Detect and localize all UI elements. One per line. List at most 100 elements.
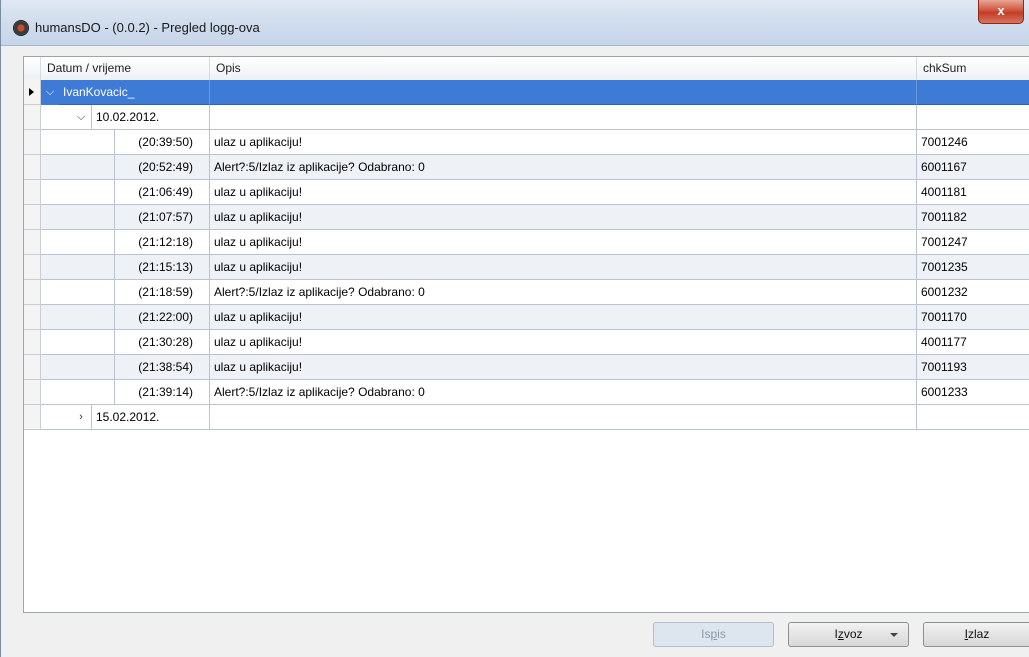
tree-indent: [41, 230, 114, 255]
description-cell: ulaz u aplikaciju!: [210, 305, 917, 330]
checksum-cell: 4001181: [917, 180, 1029, 205]
checksum-cell: 4001177: [917, 330, 1029, 355]
izvoz-button[interactable]: Izvoz: [788, 622, 909, 647]
tree-row-entry[interactable]: (21:06:49) ulaz u aplikaciju! 4001181: [24, 180, 1029, 205]
tree-indent: [41, 130, 114, 155]
tree-row-entry[interactable]: (20:52:49) Alert?:5/Izlaz iz aplikacije? …: [24, 155, 1029, 180]
description-cell: [210, 405, 917, 430]
description-cell: ulaz u aplikaciju!: [210, 130, 917, 155]
tree-indent: [41, 155, 114, 180]
description-cell: [210, 80, 917, 105]
checksum-cell: 6001232: [917, 280, 1029, 305]
time-cell: (21:30:28): [114, 330, 210, 355]
description-cell: Alert?:5/Izlaz iz aplikacije? Odabrano: …: [210, 280, 917, 305]
description-cell: ulaz u aplikaciju!: [210, 355, 917, 380]
description-cell: ulaz u aplikaciju!: [210, 255, 917, 280]
chevron-down-icon[interactable]: ⌵: [73, 105, 89, 130]
close-icon: x: [997, 3, 1005, 18]
dropdown-arrow-icon[interactable]: [890, 633, 898, 637]
description-cell: ulaz u aplikaciju!: [210, 230, 917, 255]
checksum-cell: 6001167: [917, 155, 1029, 180]
log-tree-grid[interactable]: Datum / vrijeme Opis chkSum ⌵ IvanKovacic…: [23, 56, 1029, 613]
checksum-cell: [917, 405, 1029, 430]
tree-row-entry[interactable]: (21:39:14) Alert?:5/Izlaz iz aplikacije? …: [24, 380, 1029, 405]
time-cell: (21:15:13): [114, 255, 210, 280]
checksum-cell: 7001170: [917, 305, 1029, 330]
column-header-datum[interactable]: Datum / vrijeme: [41, 57, 210, 80]
time-cell: (21:38:54): [114, 355, 210, 380]
checksum-cell: 6001233: [917, 380, 1029, 405]
checksum-cell: 7001235: [917, 255, 1029, 280]
row-header-cell[interactable]: [24, 80, 41, 105]
row-header-cell[interactable]: [24, 180, 41, 205]
row-header-cell[interactable]: [24, 330, 41, 355]
tree-row-entry[interactable]: (21:38:54) ulaz u aplikaciju! 7001193: [24, 355, 1029, 380]
grid-header: Datum / vrijeme Opis chkSum: [24, 57, 1029, 81]
tree-indent: [41, 305, 114, 330]
checksum-cell: 7001247: [917, 230, 1029, 255]
tree-indent: [41, 255, 114, 280]
column-header-chksum[interactable]: chkSum: [917, 57, 1029, 80]
row-header-cell[interactable]: [24, 230, 41, 255]
window-title: humansDO - (0.0.2) - Pregled logg-ova: [35, 20, 260, 35]
log-viewer-window: humansDO - (0.0.2) - Pregled logg-ova x …: [0, 0, 1029, 657]
time-cell: (21:22:00): [114, 305, 210, 330]
description-cell: ulaz u aplikaciju!: [210, 180, 917, 205]
row-header-cell[interactable]: [24, 405, 41, 430]
tree-row-date-collapsed[interactable]: › 15.02.2012.: [24, 405, 1029, 430]
izlaz-button[interactable]: Izlaz: [923, 622, 1029, 647]
description-cell: ulaz u aplikaciju!: [210, 205, 917, 230]
tree-indent: [41, 380, 114, 405]
tree-row-user[interactable]: ⌵ IvanKovacic_: [24, 80, 1029, 105]
tree-row-entry[interactable]: (21:15:13) ulaz u aplikaciju! 7001235: [24, 255, 1029, 280]
tree-indent: [41, 205, 114, 230]
time-cell: (21:06:49): [114, 180, 210, 205]
tree-row-date[interactable]: ⌵ 10.02.2012.: [24, 105, 1029, 130]
time-cell: (21:18:59): [114, 280, 210, 305]
row-header-cell[interactable]: [24, 355, 41, 380]
tree-row-entry[interactable]: (21:12:18) ulaz u aplikaciju! 7001247: [24, 230, 1029, 255]
time-cell: (20:39:50): [114, 130, 210, 155]
row-header-cell[interactable]: [24, 155, 41, 180]
row-header-cell[interactable]: [24, 305, 41, 330]
tree-row-entry[interactable]: (21:22:00) ulaz u aplikaciju! 7001170: [24, 305, 1029, 330]
description-cell: [210, 105, 917, 130]
tree-indent: [41, 355, 114, 380]
ispis-button[interactable]: Ispis: [653, 622, 774, 647]
tree-row-entry[interactable]: (21:18:59) Alert?:5/Izlaz iz aplikacije? …: [24, 280, 1029, 305]
tree-indent: [41, 180, 114, 205]
time-cell: (21:07:57): [114, 205, 210, 230]
app-logo-icon: [14, 21, 28, 35]
current-row-indicator-icon: [29, 88, 34, 96]
chevron-down-icon[interactable]: ⌵: [42, 80, 58, 105]
time-cell: (20:52:49): [114, 155, 210, 180]
date-cell: 15.02.2012.: [91, 405, 210, 430]
chevron-right-icon[interactable]: ›: [73, 405, 89, 430]
row-header-cell[interactable]: [24, 280, 41, 305]
tree-indent: [41, 280, 114, 305]
checksum-cell: 7001182: [917, 205, 1029, 230]
tree-row-entry[interactable]: (21:30:28) ulaz u aplikaciju! 4001177: [24, 330, 1029, 355]
title-bar[interactable]: humansDO - (0.0.2) - Pregled logg-ova x: [1, 0, 1029, 46]
row-header-cell[interactable]: [24, 255, 41, 280]
row-header-cell[interactable]: [24, 105, 41, 130]
tree-row-entry[interactable]: (20:39:50) ulaz u aplikaciju! 7001246: [24, 130, 1029, 155]
time-cell: (21:39:14): [114, 380, 210, 405]
checksum-cell: 7001193: [917, 355, 1029, 380]
tree-row-entry[interactable]: (21:07:57) ulaz u aplikaciju! 7001182: [24, 205, 1029, 230]
row-header-cell[interactable]: [24, 380, 41, 405]
date-cell: 10.02.2012.: [91, 105, 210, 130]
row-header-cell[interactable]: [24, 205, 41, 230]
time-cell: (21:12:18): [114, 230, 210, 255]
user-cell: IvanKovacic_: [59, 80, 210, 105]
checksum-cell: [917, 80, 1029, 105]
column-header-opis[interactable]: Opis: [210, 57, 917, 80]
row-header-corner: [24, 57, 41, 80]
description-cell: ulaz u aplikaciju!: [210, 330, 917, 355]
close-button[interactable]: x: [978, 0, 1024, 24]
description-cell: Alert?:5/Izlaz iz aplikacije? Odabrano: …: [210, 380, 917, 405]
tree-indent: [41, 330, 114, 355]
checksum-cell: [917, 105, 1029, 130]
row-header-cell[interactable]: [24, 130, 41, 155]
description-cell: Alert?:5/Izlaz iz aplikacije? Odabrano: …: [210, 155, 917, 180]
